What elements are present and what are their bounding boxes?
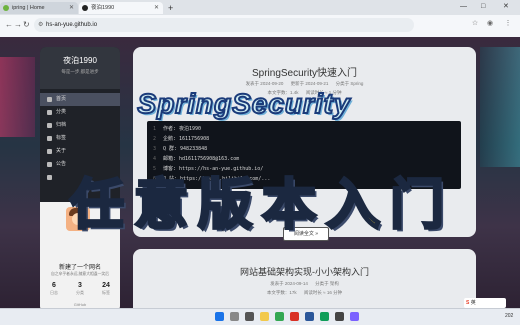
post-meta: 发表于 2024-09-20 更新于 2024-09-21 分类于 Spring (133, 81, 476, 87)
maximize-button[interactable]: □ (481, 1, 485, 13)
post-date: 发表于 2024-09-14 (270, 281, 308, 286)
forward-arrow-icon[interactable]: → (14, 18, 22, 32)
code-text: 企鹅: 1611756908 (163, 136, 210, 142)
stat-label: 分类 (76, 290, 84, 295)
sidebar-item-tags[interactable]: 标签 (40, 132, 120, 145)
stat-tags[interactable]: 24 标签 (93, 282, 119, 296)
overlay-title-chinese: 任意版本入门 (69, 174, 454, 237)
app-icon[interactable] (350, 312, 359, 321)
star-icon[interactable]: ☆ (470, 19, 480, 29)
github-favicon-icon (82, 5, 88, 11)
tab-blog[interactable]: 夜泊1990 ✕ (79, 2, 163, 14)
site-title[interactable]: 夜泊1990 (40, 55, 120, 66)
post-date: 发表于 2024-09-20 (245, 81, 284, 86)
stat-value: 24 (102, 282, 110, 289)
start-icon[interactable] (215, 312, 224, 321)
app-icon[interactable] (290, 312, 299, 321)
address-bar[interactable]: ⚙ hs-an-yue.github.io (34, 18, 414, 32)
home-icon (47, 97, 52, 102)
sidebar-item-label: 标签 (56, 135, 67, 141)
file-explorer-icon[interactable] (260, 312, 269, 321)
search-icon[interactable] (230, 312, 239, 321)
chrome-icon[interactable] (275, 312, 284, 321)
post-card: 网站基础架构实现-小小架构入门 发表于 2024-09-14 分类于 架构 本文… (133, 249, 476, 308)
post-stats: 本文字数：17k 阅读时长 ≈ 16 分钟 (133, 290, 476, 296)
site-stats: 6 日志 3 分类 24 标签 (40, 282, 120, 302)
folder-icon (47, 110, 52, 115)
post-category[interactable]: 分类于 架构 (315, 281, 339, 286)
tab-strip: ipring | Home ✕ 夜泊1990 ✕ + — □ ✕ (0, 0, 520, 15)
minimize-button[interactable]: — (460, 1, 467, 13)
background-neon-left (0, 57, 35, 137)
sidebar-item-about[interactable]: 关于 (40, 145, 120, 158)
ime-mode: 英 (470, 300, 476, 306)
post-updated: 更新于 2024-09-21 (290, 81, 329, 86)
task-view-icon[interactable] (245, 312, 254, 321)
ime-indicator[interactable]: S 英 (464, 298, 506, 308)
address-row: ← → ↻ ⚙ hs-an-yue.github.io ☆ ◉ ⋮ (0, 15, 520, 38)
code-line: 2 企鹅: 1611756908 (153, 135, 209, 142)
author-name: 新建了一个网名 (58, 265, 101, 271)
taskbar: 202 (0, 308, 520, 325)
sidebar-item-label: 首页 (56, 96, 67, 102)
stat-posts[interactable]: 6 日志 (41, 282, 67, 296)
code-line: 3 Q 群: 948233848 (153, 145, 207, 152)
tab-title: ipring | Home (12, 5, 45, 11)
post-category[interactable]: 分类于 Spring (336, 81, 364, 86)
stat-value: 6 (52, 282, 56, 289)
sidebar-item-label: 归档 (56, 122, 67, 128)
close-tab-icon[interactable]: ✕ (154, 2, 159, 14)
terminal-icon[interactable] (335, 312, 344, 321)
post-title[interactable]: SpringSecurity快速入门 (133, 64, 476, 79)
sidebar-item-label: 分类 (56, 109, 67, 115)
browser-chrome: ipring | Home ✕ 夜泊1990 ✕ + — □ ✕ ← → ↻ ⚙… (0, 0, 520, 38)
profile-icon[interactable]: ◉ (485, 19, 495, 29)
app-icon[interactable] (305, 312, 314, 321)
site-info-icon[interactable]: ⚙ (38, 18, 43, 32)
close-window-button[interactable]: ✕ (503, 1, 509, 13)
archive-icon (47, 123, 52, 128)
user-icon (47, 149, 52, 154)
github-link[interactable]: GitHub (40, 302, 120, 307)
stat-value: 3 (78, 282, 82, 289)
app-icon[interactable] (320, 312, 329, 321)
url-text: hs-an-yue.github.io (46, 22, 98, 28)
post-wordcount: 本文字数：17k (266, 290, 297, 295)
stat-label: 标签 (102, 290, 110, 295)
author-description: 自之卒乎者永远,随意大相逢一笑后 (50, 272, 109, 276)
sogou-icon: S (466, 300, 470, 306)
tab-title: 夜泊1990 (91, 5, 115, 11)
code-text: 作者: 夜泊1990 (163, 126, 202, 132)
close-tab-icon[interactable]: ✕ (69, 2, 74, 14)
sidebar-item-label: 关于 (56, 148, 67, 154)
post-readtime: 阅读时长 ≈ 16 分钟 (303, 290, 343, 295)
line-number: 1 (153, 126, 157, 132)
code-line: 1 作者: 夜泊1990 (153, 125, 201, 132)
menu-icon[interactable]: ⋮ (503, 19, 513, 29)
back-arrow-icon[interactable]: ← (5, 18, 13, 32)
overlay-title-english: SpringSecurity (136, 87, 351, 120)
site-subtitle: 每是一步,都是进步 (61, 69, 99, 74)
clock[interactable]: 202 (505, 313, 513, 319)
tag-icon (47, 136, 52, 141)
reload-icon[interactable]: ↻ (23, 18, 30, 32)
background-neon-right (480, 47, 520, 167)
stat-label: 日志 (50, 290, 58, 295)
site-header: 夜泊1990 每是一步,都是进步 (40, 47, 120, 89)
new-tab-button[interactable]: + (168, 2, 173, 14)
line-number: 2 (153, 136, 157, 142)
line-number: 3 (153, 146, 157, 152)
tab-spring-home[interactable]: ipring | Home ✕ (0, 2, 78, 14)
code-text: Q 群: 948233848 (163, 146, 208, 152)
spring-favicon-icon (3, 5, 9, 11)
post-meta: 发表于 2024-09-14 分类于 架构 (133, 281, 476, 287)
post-title[interactable]: 网站基础架构实现-小小架构入门 (133, 265, 476, 278)
sidebar-item-archives[interactable]: 归档 (40, 119, 120, 132)
stat-categories[interactable]: 3 分类 (67, 282, 93, 296)
